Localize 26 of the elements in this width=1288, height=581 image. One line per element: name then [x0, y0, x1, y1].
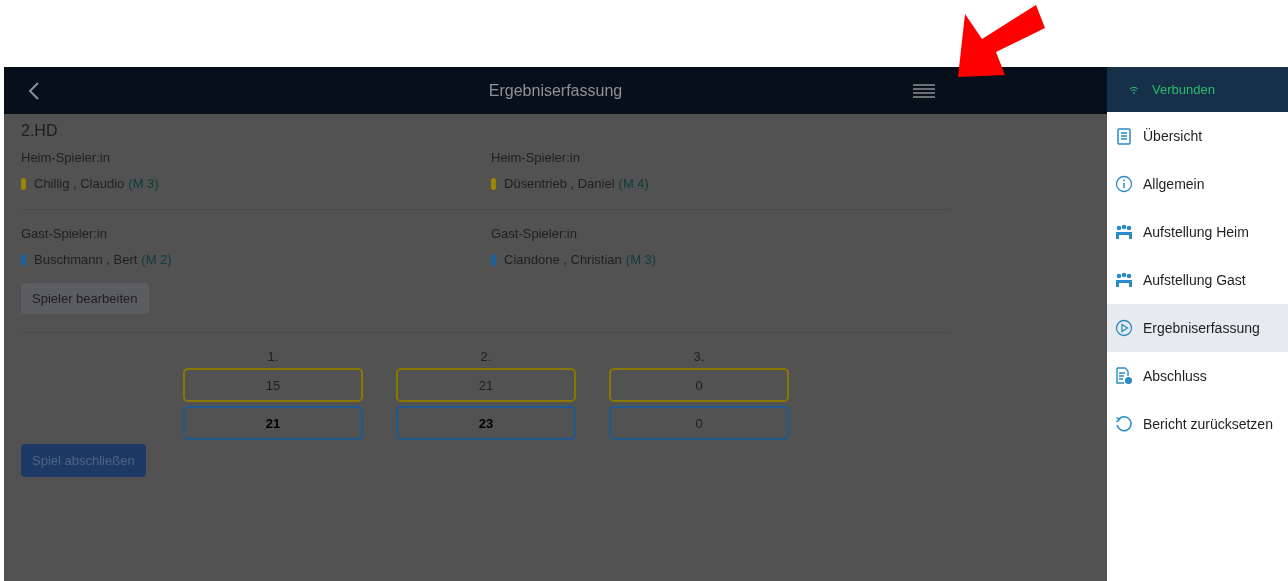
player-rank: (M 3) [128, 176, 159, 191]
team-icon [1115, 224, 1133, 240]
page-title: Ergebniserfassung [488, 81, 623, 100]
reset-icon [1115, 415, 1133, 433]
sidebar-item[interactable]: Allgemein [1107, 160, 1288, 208]
clipboard-icon [1115, 127, 1133, 145]
sidebar-item[interactable]: Bericht zurücksetzen [1107, 400, 1288, 448]
document-check-icon [1115, 367, 1133, 385]
player-rank: (M 3) [625, 252, 657, 267]
score-field[interactable]: 21 [183, 406, 363, 440]
wifi-icon [1129, 85, 1139, 94]
score-field[interactable]: 23 [396, 406, 576, 440]
sidebar-item[interactable]: Übersicht [1107, 112, 1288, 160]
sidebar-item[interactable]: Aufstellung Heim [1107, 208, 1288, 256]
sidebar-item[interactable]: Abschluss [1107, 352, 1288, 400]
status-text: Verbunden [1152, 82, 1215, 97]
team-icon [1115, 272, 1133, 288]
player-rank: (M 2) [141, 252, 172, 267]
player-rank: (M 4) [618, 176, 649, 191]
info-icon [1115, 175, 1133, 193]
edit-players-button[interactable]: Spieler bearbeiten [21, 283, 149, 314]
play-icon [1115, 319, 1133, 337]
sidebar-item[interactable]: Ergebniserfassung [1107, 304, 1288, 352]
menu-icon[interactable] [913, 82, 935, 99]
back-icon[interactable] [28, 80, 40, 101]
sidebar-item[interactable]: Aufstellung Gast [1107, 256, 1288, 304]
